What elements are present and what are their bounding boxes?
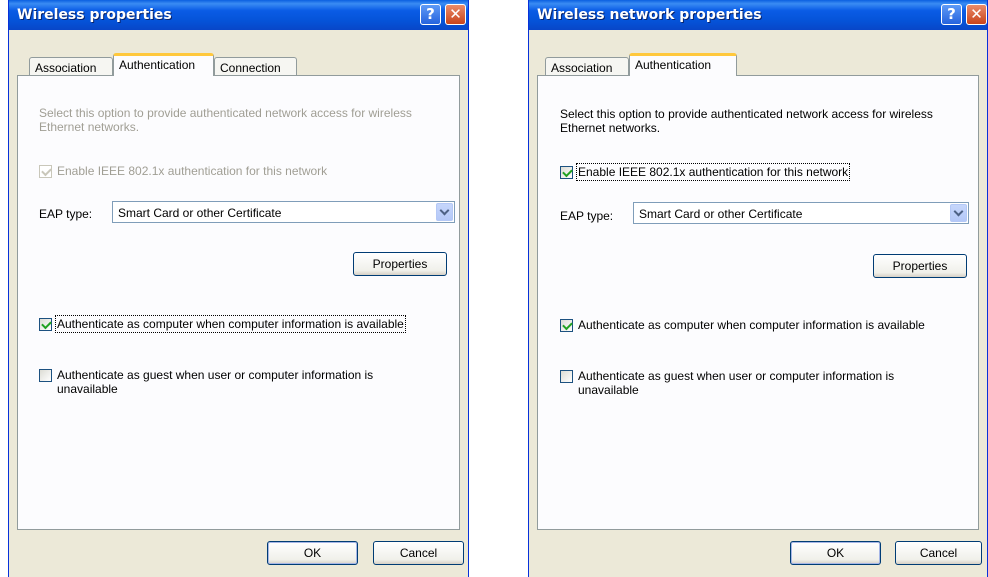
auth-guest-label: Authenticate as guest when user or compu… bbox=[578, 369, 895, 397]
close-icon: ✕ bbox=[449, 5, 462, 23]
tab-strip: Association Authentication bbox=[537, 48, 979, 76]
ok-button[interactable]: OK bbox=[790, 541, 881, 565]
auth-guest-checkbox[interactable] bbox=[560, 370, 573, 383]
enable-8021x-label: Enable IEEE 802.1x authentication for th… bbox=[575, 163, 851, 181]
authentication-panel: Select this option to provide authentica… bbox=[537, 75, 979, 530]
dialog-title: Wireless network properties bbox=[537, 7, 762, 23]
auth-computer-checkbox[interactable] bbox=[560, 319, 573, 332]
wireless-network-properties-dialog: Wireless network properties ? ✕ Associat… bbox=[528, 0, 988, 577]
tab-authentication[interactable]: Authentication bbox=[629, 53, 737, 76]
cancel-button[interactable]: Cancel bbox=[373, 541, 464, 565]
chevron-down-icon bbox=[953, 206, 964, 217]
enable-8021x-checkbox[interactable] bbox=[39, 165, 52, 178]
help-icon: ? bbox=[426, 5, 435, 23]
eap-type-value: Smart Card or other Certificate bbox=[118, 206, 282, 220]
title-bar[interactable]: Wireless properties ? ✕ bbox=[9, 0, 468, 30]
tab-connection[interactable]: Connection bbox=[214, 57, 297, 76]
enable-8021x-label: Enable IEEE 802.1x authentication for th… bbox=[57, 164, 328, 178]
checkmark-icon bbox=[562, 319, 573, 331]
dropdown-button[interactable] bbox=[436, 203, 453, 221]
eap-type-select[interactable]: Smart Card or other Certificate bbox=[633, 202, 969, 224]
auth-guest-checkbox[interactable] bbox=[39, 369, 52, 382]
tab-authentication[interactable]: Authentication bbox=[113, 53, 214, 76]
eap-type-label: EAP type: bbox=[39, 207, 93, 221]
eap-type-select[interactable]: Smart Card or other Certificate bbox=[112, 201, 455, 223]
auth-guest-label: Authenticate as guest when user or compu… bbox=[57, 368, 374, 396]
close-button[interactable]: ✕ bbox=[445, 4, 466, 25]
description-text: Select this option to provide authentica… bbox=[560, 107, 933, 135]
description-text: Select this option to provide authentica… bbox=[39, 106, 412, 134]
properties-button[interactable]: Properties bbox=[873, 254, 967, 278]
cancel-button[interactable]: Cancel bbox=[895, 541, 982, 565]
eap-type-value: Smart Card or other Certificate bbox=[639, 207, 803, 221]
tab-association[interactable]: Association bbox=[545, 57, 629, 76]
dialog-title: Wireless properties bbox=[17, 7, 172, 23]
auth-computer-label: Authenticate as computer when computer i… bbox=[55, 315, 406, 333]
dropdown-button[interactable] bbox=[950, 204, 967, 222]
enable-8021x-checkbox[interactable] bbox=[560, 166, 573, 179]
auth-computer-checkbox[interactable] bbox=[39, 318, 52, 331]
title-bar[interactable]: Wireless network properties ? ✕ bbox=[529, 0, 987, 30]
help-button[interactable]: ? bbox=[941, 4, 962, 25]
auth-computer-label: Authenticate as computer when computer i… bbox=[578, 318, 925, 332]
checkmark-icon bbox=[562, 166, 573, 178]
checkmark-icon bbox=[41, 318, 52, 330]
chevron-down-icon bbox=[439, 205, 450, 216]
eap-type-label: EAP type: bbox=[560, 209, 614, 223]
close-button[interactable]: ✕ bbox=[966, 4, 987, 25]
authentication-panel: Select this option to provide authentica… bbox=[17, 75, 460, 530]
help-icon: ? bbox=[947, 5, 956, 23]
tab-association[interactable]: Association bbox=[29, 57, 113, 76]
ok-button[interactable]: OK bbox=[267, 541, 358, 565]
close-icon: ✕ bbox=[970, 5, 983, 23]
tab-strip: Association Authentication Connection bbox=[17, 48, 460, 76]
properties-button[interactable]: Properties bbox=[353, 252, 447, 276]
help-button[interactable]: ? bbox=[420, 4, 441, 25]
wireless-properties-dialog: Wireless properties ? ✕ Association Auth… bbox=[8, 0, 469, 577]
checkmark-icon bbox=[41, 165, 52, 177]
